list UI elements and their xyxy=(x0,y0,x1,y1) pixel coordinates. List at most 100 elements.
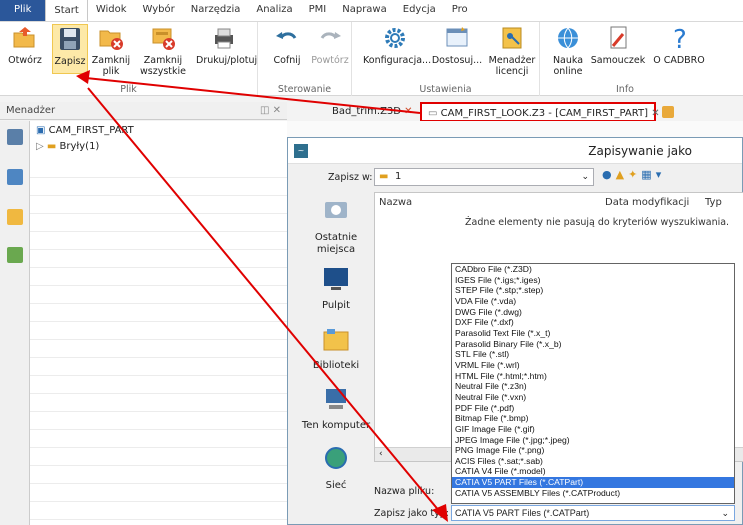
filetype-option[interactable]: JPEG Image File (*.jpg;*.jpeg) xyxy=(452,435,734,446)
filetype-option[interactable]: STL File (*.stl) xyxy=(452,349,734,360)
libraries-icon xyxy=(323,329,349,351)
gear-icon xyxy=(385,28,405,48)
column-type[interactable]: Typ xyxy=(705,197,722,208)
tab-pmi[interactable]: PMI xyxy=(301,0,335,21)
filetype-option[interactable]: CADbro File (*.Z3D) xyxy=(452,264,734,275)
license-manager-button[interactable]: Menadżer licencji xyxy=(486,24,538,77)
filetype-dropdown-list[interactable]: CADbro File (*.Z3D) IGES File (*.igs;*.ig… xyxy=(451,263,735,504)
folder-icon: ▬ xyxy=(46,141,60,152)
history-icon[interactable] xyxy=(7,129,23,145)
save-button[interactable]: Zapisz xyxy=(52,24,88,74)
tab-plik[interactable]: Plik xyxy=(0,0,46,21)
online-learning-button[interactable]: Nauka online xyxy=(548,24,588,77)
filetype-option[interactable]: CATIA V4 File (*.model) xyxy=(452,466,734,477)
filetype-option[interactable]: DWG File (*.dwg) xyxy=(452,307,734,318)
tab-analiza[interactable]: Analiza xyxy=(248,0,300,21)
tab-widok[interactable]: Widok xyxy=(88,0,135,21)
filetype-select-value: CATIA V5 PART Files (*.CATPart) xyxy=(455,508,590,518)
save-in-combo[interactable]: ▬ 1 ⌄ xyxy=(374,168,594,186)
filetype-option[interactable]: ACIS Files (*.sat;*.sab) xyxy=(452,456,734,467)
tab-wybor[interactable]: Wybór xyxy=(135,0,183,21)
doc-tab-bad-trim[interactable]: Bad_trim.Z3D ✕ xyxy=(326,102,419,122)
filetype-option[interactable]: IGES File (*.igs;*.iges) xyxy=(452,275,734,286)
dialog-titlebar[interactable]: ~ Zapisywanie jako xyxy=(288,138,742,164)
scroll-left-icon[interactable]: ‹ xyxy=(379,449,383,459)
filetype-option[interactable]: STEP File (*.stp;*.step) xyxy=(452,285,734,296)
configuration-label: Konfiguracja... xyxy=(363,55,432,66)
menu-bar: Plik Start Widok Wybór Narzędzia Analiza… xyxy=(0,0,743,22)
column-date[interactable]: Data modyfikacji xyxy=(605,197,689,208)
filetype-option[interactable]: PNG Image File (*.png) xyxy=(452,445,734,456)
filetype-option[interactable]: VRML File (*.wrl) xyxy=(452,360,734,371)
tree-root[interactable]: ▣ CAM_FIRST_PART xyxy=(36,125,134,136)
app-window: Plik Start Widok Wybór Narzędzia Analiza… xyxy=(0,0,743,525)
filetype-option[interactable]: Neutral File (*.vxn) xyxy=(452,392,734,403)
place-desktop[interactable]: Pulpit xyxy=(296,266,376,312)
customize-button[interactable]: Dostosuj... xyxy=(432,24,482,66)
license-manager-label: Menadżer licencji xyxy=(488,55,536,77)
assembly-icon[interactable] xyxy=(7,169,23,185)
group-ustawienia-label: Ustawienia xyxy=(419,84,472,95)
tutorial-button[interactable]: Samouczek xyxy=(591,24,645,66)
expand-arrow-icon[interactable]: ▷ xyxy=(36,141,47,152)
print-button[interactable]: Drukuj/plotuj xyxy=(196,24,257,66)
back-icon[interactable]: ● xyxy=(602,168,616,181)
filetype-option[interactable]: HTML File (*.html;*.htm) xyxy=(452,371,734,382)
desktop-icon xyxy=(324,268,348,290)
svg-text:?: ? xyxy=(673,25,687,52)
filetype-option[interactable]: VDA File (*.vda) xyxy=(452,296,734,307)
close-icon[interactable]: ✕ xyxy=(651,108,659,119)
printer-icon xyxy=(215,28,233,49)
open-button[interactable]: Otwórz xyxy=(2,24,48,66)
save-disk-icon xyxy=(60,28,80,50)
filetype-option[interactable]: Neutral File (*.z3n) xyxy=(452,381,734,392)
place-libraries[interactable]: Biblioteki xyxy=(296,326,376,372)
place-recent[interactable]: Ostatnie miejsca xyxy=(296,198,376,256)
about-button[interactable]: ? O CADBRO xyxy=(650,24,708,66)
nav-toolbar: ●▲✦▦▾ xyxy=(602,168,665,181)
tab-narzedzia[interactable]: Narzędzia xyxy=(183,0,249,21)
tab-edycja[interactable]: Edycja xyxy=(395,0,444,21)
filetype-option[interactable]: Parasolid Binary File (*.x_b) xyxy=(452,339,734,350)
places-bar: Ostatnie miejsca Pulpit Biblioteki Ten k… xyxy=(296,194,376,504)
column-name[interactable]: Nazwa xyxy=(379,197,412,208)
undo-icon xyxy=(276,32,297,39)
undo-button[interactable]: Cofnij xyxy=(270,24,304,66)
close-all-button[interactable]: Zamknij wszystkie... xyxy=(140,24,186,77)
filetype-option[interactable]: GIF Image File (*.gif) xyxy=(452,424,734,435)
open-folder-icon xyxy=(13,27,35,48)
part-icon[interactable] xyxy=(7,209,23,225)
tab-menu-icon[interactable] xyxy=(662,106,674,118)
filetype-option[interactable]: DXF File (*.dxf) xyxy=(452,317,734,328)
new-folder-icon[interactable]: ✦ xyxy=(628,168,641,181)
filetype-select[interactable]: CATIA V5 PART Files (*.CATPart) ⌄ xyxy=(451,505,735,521)
close-icon[interactable]: ✕ xyxy=(404,106,412,117)
redo-button[interactable]: Powtórz xyxy=(310,24,350,66)
configuration-button[interactable]: Konfiguracja... xyxy=(362,24,432,66)
panel-pin-icon[interactable]: ◫ ✕ xyxy=(260,102,281,120)
view-menu-icon[interactable]: ▦▾ xyxy=(641,168,665,181)
tab-naprawa[interactable]: Naprawa xyxy=(334,0,395,21)
close-file-button[interactable]: Zamknij plik xyxy=(90,24,132,77)
filetype-option[interactable]: Parasolid Text File (*.x_t) xyxy=(452,328,734,339)
place-computer-label: Ten komputer xyxy=(301,420,371,431)
online-learning-label: Nauka online xyxy=(552,55,584,77)
filetype-option[interactable]: CATIA V5 ASSEMBLY Files (*.CATProduct) xyxy=(452,488,734,499)
filetype-option[interactable]: CATIA V5 PART Files (*.CATPart) xyxy=(452,477,734,488)
up-folder-icon[interactable]: ▲ xyxy=(616,168,628,181)
tab-pro[interactable]: Pro xyxy=(444,0,476,21)
tree-node-bryly[interactable]: ▷ ▬ Bryły(1) xyxy=(36,141,99,152)
about-label: O CADBRO xyxy=(653,55,705,66)
place-network[interactable]: Sieć xyxy=(296,446,376,492)
network-globe-icon xyxy=(325,447,347,469)
save-in-value: 1 xyxy=(395,171,402,182)
tab-start[interactable]: Start xyxy=(45,0,88,21)
dialog-title: Zapisywanie jako xyxy=(588,144,692,158)
view-icon[interactable] xyxy=(7,247,23,263)
filetype-option[interactable]: Bitmap File (*.bmp) xyxy=(452,413,734,424)
undo-label: Cofnij xyxy=(273,55,301,66)
place-computer[interactable]: Ten komputer xyxy=(296,386,376,432)
group-plik-label: Plik xyxy=(120,84,137,95)
doc-tab-cam-first-look[interactable]: ▭ CAM_FIRST_LOOK.Z3 - [CAM_FIRST_PART] ✕ xyxy=(420,102,660,122)
filetype-option[interactable]: PDF File (*.pdf) xyxy=(452,403,734,414)
